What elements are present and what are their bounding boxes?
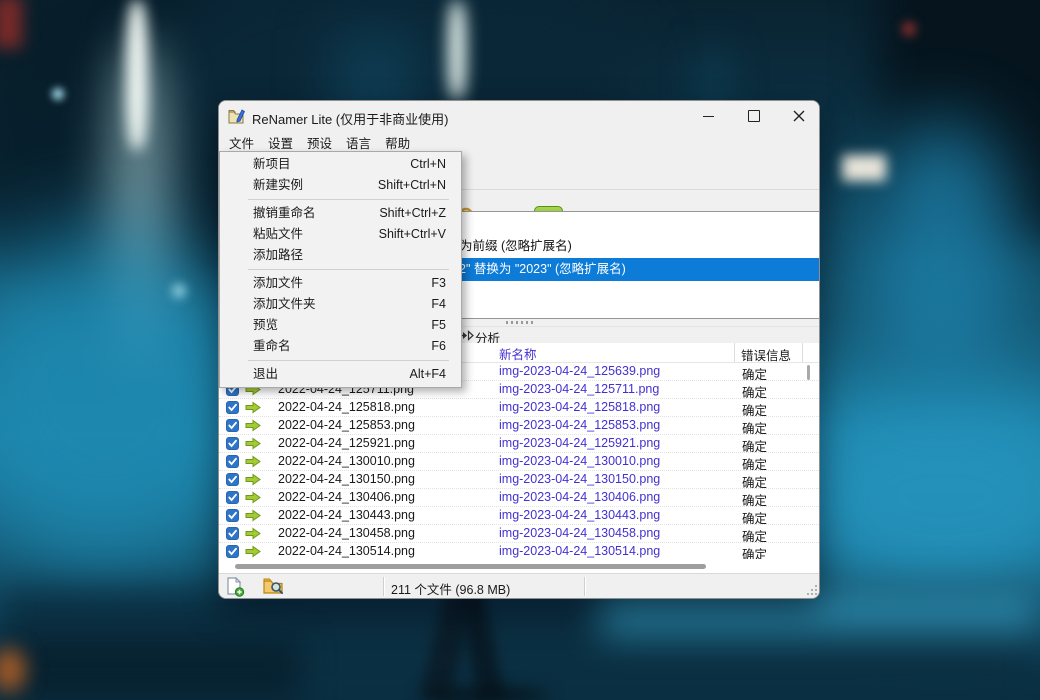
new-filename: img-2023-04-24_125818.png — [499, 400, 660, 414]
table-row[interactable]: 2022-04-24_130443.png img-2023-04-24_1304… — [219, 507, 820, 525]
rename-arrow-icon — [245, 509, 261, 525]
maximize-button[interactable] — [731, 101, 776, 131]
old-filename: 2022-04-24_130150.png — [278, 472, 415, 486]
browse-folder-icon[interactable] — [263, 577, 284, 596]
menu-item-rename[interactable]: 重命名F6 — [220, 336, 461, 357]
check-icon — [227, 546, 238, 557]
old-filename: 2022-04-24_125853.png — [278, 418, 415, 432]
rename-arrow-icon — [245, 527, 261, 543]
minimize-icon — [703, 116, 714, 117]
column-header-error[interactable]: 错误信息 — [741, 345, 791, 364]
app-icon — [228, 108, 245, 125]
minimize-button[interactable] — [686, 101, 731, 131]
old-filename: 2022-04-24_125921.png — [278, 436, 415, 450]
table-row[interactable]: 2022-04-24_130458.png img-2023-04-24_1304… — [219, 525, 820, 543]
old-filename: 2022-04-24_130406.png — [278, 490, 415, 504]
menu-item-exit[interactable]: 退出Alt+F4 — [220, 364, 461, 385]
renamer-window: ReNamer Lite (仅用于非商业使用) 文件 设置 预设 语言 帮助 预… — [218, 100, 820, 599]
check-icon — [227, 510, 238, 521]
add-files-icon[interactable] — [226, 577, 245, 597]
check-icon — [227, 528, 238, 539]
menu-item-add-path[interactable]: 添加路径 — [220, 245, 461, 266]
menu-item-undo-rename[interactable]: 撤销重命名Shift+Ctrl+Z — [220, 203, 461, 224]
row-checkbox[interactable] — [226, 401, 239, 414]
splitter-grip-icon — [506, 321, 536, 324]
rename-arrow-icon — [245, 437, 261, 453]
check-icon — [227, 474, 238, 485]
row-checkbox[interactable] — [226, 473, 239, 486]
check-icon — [227, 456, 238, 467]
status-cell: 确定 — [742, 544, 767, 559]
menu-language[interactable]: 语言 — [339, 131, 378, 151]
row-checkbox[interactable] — [226, 419, 239, 432]
old-filename: 2022-04-24_130514.png — [278, 544, 415, 558]
menu-item-add-folders[interactable]: 添加文件夹F4 — [220, 294, 461, 315]
row-checkbox[interactable] — [226, 491, 239, 504]
title-bar[interactable]: ReNamer Lite (仅用于非商业使用) — [219, 101, 819, 131]
new-filename: img-2023-04-24_130514.png — [499, 544, 660, 558]
menu-item-add-files[interactable]: 添加文件F3 — [220, 273, 461, 294]
rename-arrow-icon — [245, 491, 261, 507]
menu-item-new-project[interactable]: 新项目Ctrl+N — [220, 154, 461, 175]
new-filename: img-2023-04-24_125711.png — [499, 382, 659, 396]
row-checkbox[interactable] — [226, 437, 239, 450]
old-filename: 2022-04-24_125818.png — [278, 400, 415, 414]
maximize-icon — [748, 110, 760, 122]
new-filename: img-2023-04-24_130443.png — [499, 508, 660, 522]
window-title: ReNamer Lite (仅用于非商业使用) — [252, 109, 448, 128]
old-filename: 2022-04-24_130443.png — [278, 508, 415, 522]
new-filename: img-2023-04-24_130010.png — [499, 454, 660, 468]
check-icon — [227, 402, 238, 413]
menu-separator — [248, 199, 449, 200]
rename-arrow-icon — [245, 455, 261, 471]
rename-arrow-icon — [245, 545, 261, 559]
table-row[interactable]: 2022-04-24_125921.png img-2023-04-24_1259… — [219, 435, 820, 453]
menu-file[interactable]: 文件 — [222, 131, 261, 151]
row-checkbox[interactable] — [226, 509, 239, 522]
menu-item-preview[interactable]: 预览F5 — [220, 315, 461, 336]
close-icon — [793, 110, 805, 122]
check-icon — [227, 492, 238, 503]
file-menu-popup: 新项目Ctrl+N 新建实例Shift+Ctrl+N 撤销重命名Shift+Ct… — [219, 151, 462, 388]
new-filename: img-2023-04-24_125921.png — [499, 436, 660, 450]
check-icon — [227, 420, 238, 431]
table-row[interactable]: 2022-04-24_125853.png img-2023-04-24_1258… — [219, 417, 820, 435]
horizontal-scrollbar-track[interactable] — [219, 559, 820, 573]
new-filename: img-2023-04-24_130150.png — [499, 472, 660, 486]
row-checkbox[interactable] — [226, 455, 239, 468]
new-filename: img-2023-04-24_125639.png — [499, 364, 660, 378]
new-filename: img-2023-04-24_130458.png — [499, 526, 660, 540]
check-icon — [227, 438, 238, 449]
menu-separator — [248, 269, 449, 270]
column-header-new-name[interactable]: 新名称 — [499, 344, 537, 363]
row-checkbox[interactable] — [226, 545, 239, 558]
row-checkbox[interactable] — [226, 527, 239, 540]
menu-item-new-instance[interactable]: 新建实例Shift+Ctrl+N — [220, 175, 461, 196]
file-count-status: 211 个文件 (96.8 MB) — [391, 579, 510, 598]
status-bar: 211 个文件 (96.8 MB) — [219, 573, 820, 599]
old-filename: 2022-04-24_130458.png — [278, 526, 415, 540]
menu-separator — [248, 360, 449, 361]
table-row[interactable]: 2022-04-24_130010.png img-2023-04-24_1300… — [219, 453, 820, 471]
menu-bar: 文件 设置 预设 语言 帮助 — [219, 131, 819, 151]
table-row[interactable]: 2022-04-24_130406.png img-2023-04-24_1304… — [219, 489, 820, 507]
file-table: 2022-04-24_125639.pngimg-2023-04-24_1256… — [219, 363, 820, 559]
menu-presets[interactable]: 预设 — [300, 131, 339, 151]
table-row[interactable]: 2022-04-24_130514.png img-2023-04-24_1305… — [219, 543, 820, 559]
table-row[interactable]: 2022-04-24_130150.png img-2023-04-24_1301… — [219, 471, 820, 489]
horizontal-scrollbar-thumb[interactable] — [235, 564, 706, 569]
new-filename: img-2023-04-24_130406.png — [499, 490, 660, 504]
old-filename: 2022-04-24_130010.png — [278, 454, 415, 468]
rename-arrow-icon — [245, 473, 261, 489]
table-row[interactable]: 2022-04-24_125818.png img-2023-04-24_1258… — [219, 399, 820, 417]
close-button[interactable] — [776, 101, 820, 131]
rename-arrow-icon — [245, 401, 261, 417]
rename-arrow-icon — [245, 419, 261, 435]
menu-item-paste-files[interactable]: 粘贴文件Shift+Ctrl+V — [220, 224, 461, 245]
new-filename: img-2023-04-24_125853.png — [499, 418, 660, 432]
resize-grip-icon[interactable] — [806, 584, 818, 596]
menu-settings[interactable]: 设置 — [261, 131, 300, 151]
menu-help[interactable]: 帮助 — [378, 131, 417, 151]
